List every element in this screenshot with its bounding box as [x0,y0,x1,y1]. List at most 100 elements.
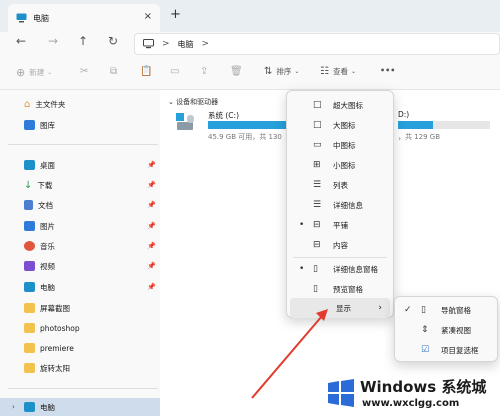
share-icon[interactable]: ⇪ [200,66,208,77]
show-submenu: ✓ ▯ 导航窗格 ⇕ 紧凑视图 ☑ 项目复选框 [394,296,498,362]
pictures-icon [24,221,35,231]
sidebar-item-label: 电脑 [40,282,55,292]
selected-bullet-icon: • [299,220,305,230]
sidebar-item-documents[interactable]: 文档 📌 [24,197,160,213]
sidebar-item-music[interactable]: 音乐 📌 [24,238,160,254]
sidebar-item-rotating-sun[interactable]: 旋转太阳 [24,360,160,376]
forward-button[interactable]: → [48,34,58,48]
menu-item-extra-large-icons[interactable]: □ 超大图标 [287,95,393,115]
menu-item-small-icons[interactable]: ⊞ 小图标 [287,155,393,175]
folder-icon [24,303,35,313]
sidebar-item-screenshots[interactable]: 屏幕截图 [24,300,160,316]
menu-item-compact-view[interactable]: ⇕ 紧凑视图 [395,320,497,340]
folder-icon [24,363,35,373]
menu-item-show[interactable]: 显示 › [290,298,390,318]
sidebar-divider [8,388,158,389]
menu-item-label: 紧凑视图 [441,325,471,335]
paste-icon[interactable]: 📋 [140,66,152,77]
chevron-down-icon: ⌄ [294,68,300,75]
pin-icon: 📌 [147,201,156,209]
sidebar-item-this-pc[interactable]: › 电脑 [0,398,160,416]
new-tab-button[interactable]: + [170,7,181,22]
menu-item-medium-icons[interactable]: ▭ 中图标 [287,135,393,155]
menu-item-preview-pane[interactable]: ▯ 预览窗格 [287,279,393,299]
sidebar-item-photoshop[interactable]: photoshop [24,320,160,336]
menu-item-content[interactable]: ⊟ 内容 [287,235,393,255]
menu-item-label: 内容 [333,240,348,250]
sort-button-label: 排序 [276,67,292,76]
extra-large-icons-icon: □ [313,100,322,110]
menu-item-label: 项目复选框 [441,345,479,355]
menu-item-label: 超大图标 [333,100,363,110]
command-bar: ⊕ 新建 ⌄ ✂ ⧉ 📋 ▭ ⇪ 🗑 ⇅ 排序 ⌄ ☷ 查看 ⌄ ••• [0,58,500,90]
sort-button[interactable]: ⇅ 排序 ⌄ [264,66,299,77]
menu-item-label: 大图标 [333,120,356,130]
pin-icon: 📌 [147,161,156,169]
sidebar-item-downloads[interactable]: ↓ 下载 📌 [24,177,160,193]
menu-item-label: 中图标 [333,140,356,150]
check-icon: ✓ [404,305,412,315]
delete-icon[interactable]: 🗑 [230,66,243,77]
menu-divider [293,257,387,258]
menu-item-list[interactable]: ☰ 列表 [287,175,393,195]
sidebar-item-premiere[interactable]: premiere [24,340,160,356]
menu-item-details-pane[interactable]: • ▯ 详细信息窗格 [287,259,393,279]
gallery-icon [24,120,35,130]
copy-icon[interactable]: ⧉ [110,66,117,77]
drive-d-space: ，共 129 GB [398,133,441,141]
more-options-button[interactable]: ••• [380,66,395,75]
sidebar-item-label: 屏幕截图 [40,303,70,313]
menu-item-tiles[interactable]: • ⊟ 平铺 [287,215,393,235]
folder-icon [24,343,35,353]
pin-icon: 📌 [147,283,156,291]
menu-item-label: 平铺 [333,220,348,230]
view-menu: □ 超大图标 □ 大图标 ▭ 中图标 ⊞ 小图标 ☰ 列表 ☰ 详细信息 • ⊟… [286,90,394,318]
menu-item-label: 详细信息窗格 [333,264,378,274]
chevron-right-icon: > [162,39,170,49]
menu-item-navigation-pane[interactable]: ✓ ▯ 导航窗格 [395,300,497,320]
sidebar-item-videos[interactable]: 视频 📌 [24,258,160,274]
sidebar-item-desktop[interactable]: 桌面 📌 [24,157,160,173]
up-button[interactable]: ↑ [78,34,88,48]
address-bar[interactable]: > 电脑 > [134,33,500,55]
view-button[interactable]: ☷ 查看 ⌄ [320,66,356,77]
plus-icon: ⊕ [16,66,26,79]
video-icon [24,261,35,271]
back-button[interactable]: ← [16,34,26,48]
sidebar-item-computer[interactable]: 电脑 📌 [24,279,160,295]
sidebar-item-home[interactable]: ⌂ 主文件夹 [24,96,160,112]
drive-d-usage-bar [398,121,490,129]
chevron-down-icon: ⌄ [350,68,356,75]
close-tab-icon[interactable]: × [144,11,152,22]
menu-item-large-icons[interactable]: □ 大图标 [287,115,393,135]
menu-item-details[interactable]: ☰ 详细信息 [287,195,393,215]
sidebar-item-label: photoshop [40,323,80,333]
chevron-right-icon[interactable]: > [202,39,210,49]
sidebar-item-pictures[interactable]: 图片 📌 [24,218,160,234]
rename-icon[interactable]: ▭ [170,66,179,77]
sidebar-item-label: 视频 [40,261,55,271]
pin-icon: 📌 [147,222,156,230]
computer-icon [24,402,35,412]
group-header[interactable]: ⌄ 设备和驱动器 [168,97,218,107]
menu-item-label: 小图标 [333,160,356,170]
medium-icons-icon: ▭ [313,140,322,150]
breadcrumb-computer[interactable]: 电脑 [178,39,194,50]
view-button-label: 查看 [332,67,348,76]
cut-icon[interactable]: ✂ [80,66,88,77]
tab-computer[interactable]: 电脑 × [8,4,160,32]
details-icon: ☰ [313,200,322,210]
drive-d[interactable]: D:) ，共 129 GB [398,108,490,141]
chevron-right-icon: › [378,303,382,313]
tab-bar: 电脑 × + [0,0,500,32]
tab-title: 电脑 [33,13,49,23]
sidebar-divider [8,144,158,145]
sort-icon: ⇅ [264,66,273,77]
watermark-title: Windows 系统城 [360,378,487,396]
new-button[interactable]: ⊕ 新建 ⌄ [16,66,52,79]
menu-item-item-checkboxes[interactable]: ☑ 项目复选框 [395,340,497,360]
refresh-button[interactable]: ↻ [108,34,118,48]
view-icon: ☷ [320,66,329,77]
sidebar-item-gallery[interactable]: 图库 [24,117,160,133]
pin-icon: 📌 [147,262,156,270]
